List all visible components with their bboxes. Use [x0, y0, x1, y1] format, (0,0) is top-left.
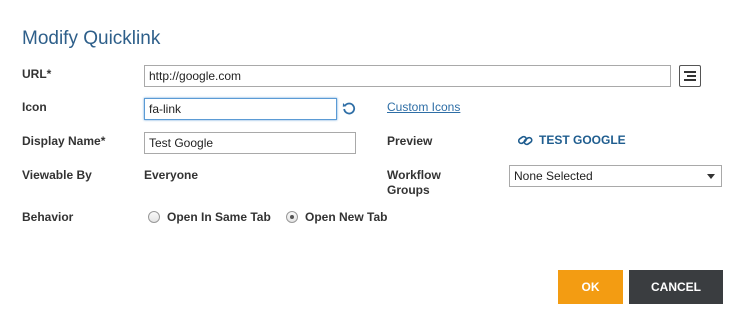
preview-label: Preview: [387, 134, 433, 148]
workflow-groups-label-line2: Groups: [387, 183, 430, 197]
link-icon: [518, 135, 533, 145]
radio-label: Open New Tab: [305, 210, 388, 224]
display-name-input[interactable]: [144, 132, 356, 154]
icon-input[interactable]: [144, 98, 337, 120]
viewable-by-value: Everyone: [144, 168, 199, 182]
icon-label: Icon: [22, 100, 47, 114]
dialog-title: Modify Quicklink: [22, 28, 161, 49]
radio-open-new-tab[interactable]: Open New Tab: [286, 210, 387, 224]
radio-button-selected[interactable]: [286, 211, 298, 223]
viewable-by-label: Viewable By: [22, 168, 92, 182]
preview-link[interactable]: TEST GOOGLE: [518, 133, 626, 147]
modify-quicklink-dialog: Modify Quicklink URL* Icon Custom Icons …: [0, 0, 741, 327]
chevron-down-icon: [707, 174, 715, 179]
cancel-button[interactable]: CANCEL: [629, 270, 723, 304]
url-label: URL*: [22, 67, 52, 81]
display-name-label: Display Name*: [22, 134, 106, 148]
custom-icons-link[interactable]: Custom Icons: [387, 100, 460, 114]
preview-text: TEST GOOGLE: [539, 133, 626, 147]
list-icon: [684, 71, 696, 81]
workflow-groups-select[interactable]: None Selected: [509, 165, 722, 187]
refresh-icon[interactable]: [342, 101, 356, 118]
workflow-groups-selected: None Selected: [514, 169, 593, 183]
behavior-label: Behavior: [22, 210, 74, 224]
url-input[interactable]: [144, 65, 671, 87]
workflow-groups-label-line1: Workflow: [387, 168, 441, 182]
url-picker-button[interactable]: [679, 65, 701, 87]
radio-button[interactable]: [148, 211, 160, 223]
radio-label: Open In Same Tab: [167, 210, 271, 224]
radio-open-same-tab[interactable]: Open In Same Tab: [148, 210, 271, 224]
ok-button[interactable]: OK: [558, 270, 623, 304]
